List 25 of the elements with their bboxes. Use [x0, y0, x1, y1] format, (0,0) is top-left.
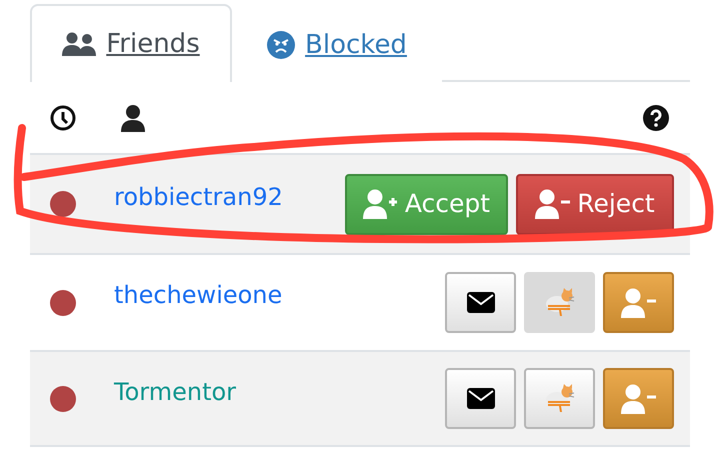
cat-button[interactable] — [524, 368, 595, 429]
user-plus-icon — [362, 189, 399, 219]
remove-friend-button[interactable] — [603, 272, 674, 333]
username-link[interactable]: thechewieone — [114, 277, 437, 313]
envelope-icon — [466, 292, 494, 313]
status-dot — [50, 386, 76, 412]
user-icon — [120, 104, 146, 132]
reject-button[interactable]: Reject — [516, 174, 674, 234]
user-minus-icon — [620, 288, 656, 318]
envelope-icon — [466, 388, 494, 409]
tab[interactable]: Friends — [30, 4, 232, 82]
message-button[interactable] — [445, 272, 516, 333]
user-minus-icon — [535, 189, 572, 219]
status-dot — [50, 290, 76, 316]
status-dot — [50, 191, 76, 217]
angry-face-icon — [267, 31, 296, 59]
username-link[interactable]: Tormentor — [114, 374, 437, 410]
remove-friend-button[interactable] — [603, 368, 674, 429]
accept-button[interactable]: Accept — [345, 174, 508, 234]
help-icon[interactable] — [642, 104, 670, 132]
user-minus-icon — [620, 384, 656, 414]
users-icon — [62, 32, 96, 56]
username-link[interactable]: robbiectran92 — [114, 179, 345, 215]
message-button[interactable] — [445, 368, 516, 429]
clock-icon — [50, 104, 76, 130]
